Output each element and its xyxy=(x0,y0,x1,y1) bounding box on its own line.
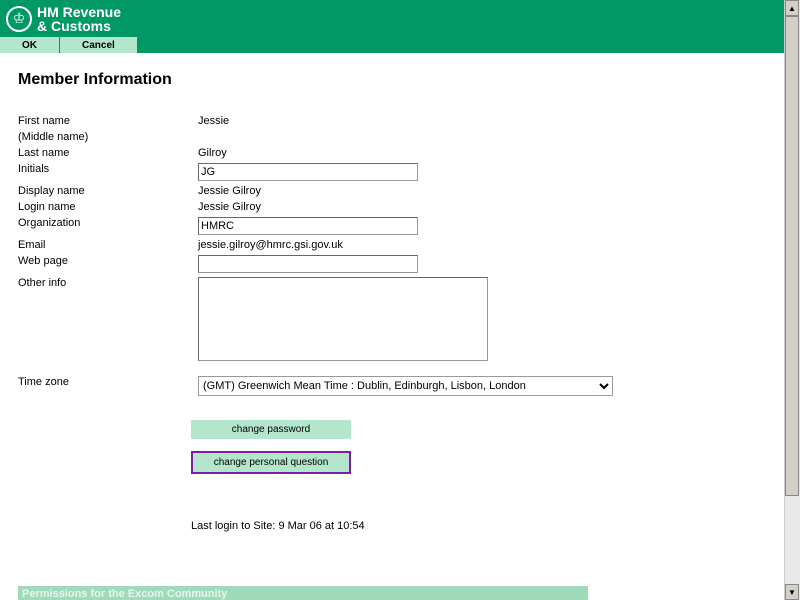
toolbar: OK Cancel xyxy=(0,37,800,53)
time-zone-select[interactable]: (GMT) Greenwich Mean Time : Dublin, Edin… xyxy=(198,376,613,396)
change-personal-question-button[interactable]: change personal question xyxy=(191,451,351,474)
change-password-button[interactable]: change password xyxy=(191,420,351,439)
label-email: Email xyxy=(18,237,198,253)
web-page-field[interactable] xyxy=(198,255,418,273)
label-web-page: Web page xyxy=(18,253,198,275)
other-info-field[interactable] xyxy=(198,277,488,361)
value-middle-name xyxy=(198,129,613,145)
value-last-name: Gilroy xyxy=(198,145,613,161)
ok-button[interactable]: OK xyxy=(0,37,60,53)
toolbar-spacer xyxy=(138,37,800,53)
label-initials: Initials xyxy=(18,161,198,183)
cancel-button[interactable]: Cancel xyxy=(60,37,138,53)
crown-icon: ♔ xyxy=(6,6,32,32)
organization-field[interactable] xyxy=(198,217,418,235)
label-time-zone: Time zone xyxy=(18,374,198,398)
org-title: HM Revenue & Customs xyxy=(37,5,121,33)
permissions-bar: Permissions for the Excom Community xyxy=(18,586,588,600)
app-header: ♔ HM Revenue & Customs xyxy=(0,0,800,37)
label-first-name: First name xyxy=(18,113,198,129)
page-title: Member Information xyxy=(18,71,782,89)
label-middle-name: (Middle name) xyxy=(18,129,198,145)
scroll-down-icon[interactable]: ▼ xyxy=(785,584,799,600)
value-first-name: Jessie xyxy=(198,113,613,129)
last-login-text: Last login to Site: 9 Mar 06 at 10:54 xyxy=(191,520,782,532)
label-display-name: Display name xyxy=(18,183,198,199)
value-display-name: Jessie Gilroy xyxy=(198,183,613,199)
content-area: Member Information First name Jessie (Mi… xyxy=(0,53,800,532)
org-title-line2: & Customs xyxy=(37,19,121,33)
logo: ♔ HM Revenue & Customs xyxy=(6,5,121,33)
value-login-name: Jessie Gilroy xyxy=(198,199,613,215)
label-login-name: Login name xyxy=(18,199,198,215)
initials-field[interactable] xyxy=(198,163,418,181)
label-other-info: Other info xyxy=(18,275,198,366)
scroll-thumb[interactable] xyxy=(785,16,799,496)
value-email: jessie.gilroy@hmrc.gsi.gov.uk xyxy=(198,237,613,253)
member-form: First name Jessie (Middle name) Last nam… xyxy=(18,113,613,398)
scroll-up-icon[interactable]: ▲ xyxy=(785,0,799,16)
org-title-line1: HM Revenue xyxy=(37,5,121,19)
label-organization: Organization xyxy=(18,215,198,237)
vertical-scrollbar[interactable]: ▲ ▼ xyxy=(784,0,800,600)
label-last-name: Last name xyxy=(18,145,198,161)
